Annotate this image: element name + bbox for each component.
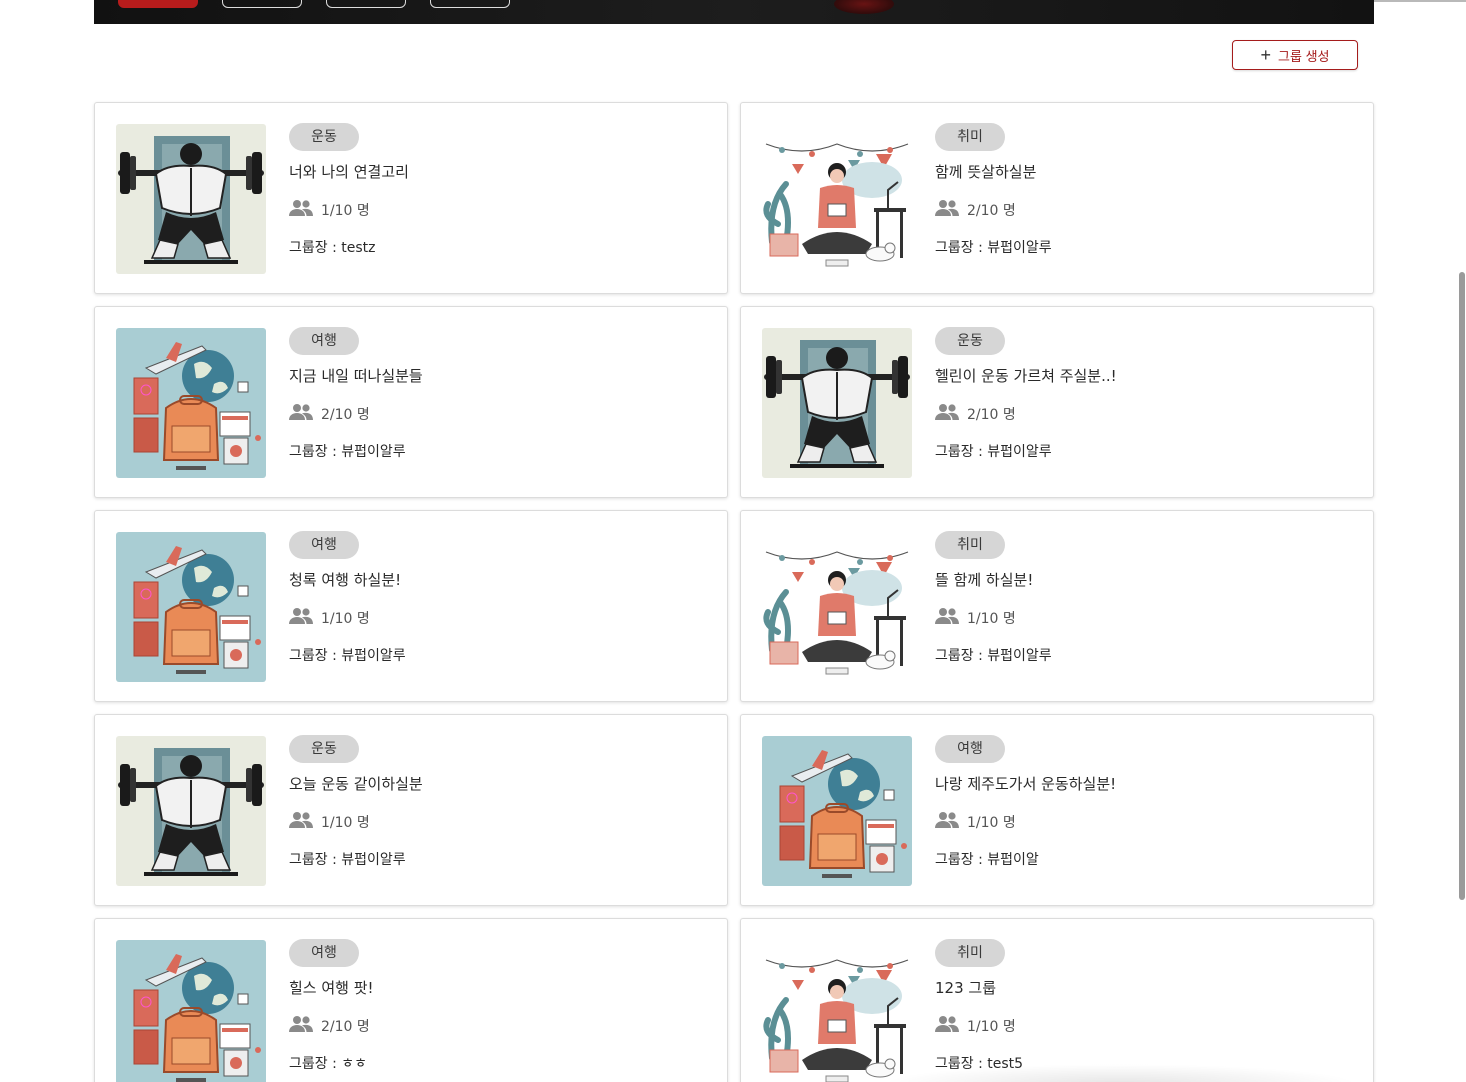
group-thumbnail (762, 124, 912, 274)
group-leader: 그룹장 : 뷰펍이알루 (935, 648, 1052, 664)
group-leader: 그룹장 : testz (289, 240, 376, 256)
member-count-text: 1/10 명 (967, 611, 1016, 627)
category-chip: 여행 (289, 327, 359, 355)
group-thumbnail (116, 328, 266, 478)
member-count: 2/10 명 (935, 404, 1117, 424)
create-group-label: 그룹 생성 (1278, 48, 1330, 64)
group-card-6[interactable]: 취미 뜰 함께 하실분! 1/10 명 그룹장 : 뷰펍이알루 (740, 510, 1374, 702)
group-thumbnail (116, 124, 266, 274)
group-thumbnail (762, 736, 912, 886)
category-chip: 여행 (289, 939, 359, 967)
member-count: 2/10 명 (289, 404, 423, 424)
member-count: 1/10 명 (289, 200, 409, 220)
member-count: 2/10 명 (935, 200, 1052, 220)
banner-button[interactable] (222, 0, 302, 8)
group-card-5[interactable]: 여행 청록 여행 하실분! 1/10 명 그룹장 : 뷰펍이알루 (94, 510, 728, 702)
member-count: 2/10 명 (289, 1016, 374, 1036)
member-count-text: 1/10 명 (321, 815, 370, 831)
group-leader: 그룹장 : 뷰펍이알루 (935, 444, 1052, 460)
banner-button[interactable] (326, 0, 406, 8)
top-banner (94, 0, 1374, 24)
category-chip: 운동 (935, 327, 1005, 355)
group-title: 지금 내일 떠나실분들 (289, 367, 423, 385)
group-title: 너와 나의 연결고리 (289, 163, 409, 181)
group-thumbnail (116, 532, 266, 682)
banner-button[interactable] (118, 0, 198, 8)
category-chip: 취미 (935, 531, 1005, 559)
group-title: 오늘 운동 같이하실분 (289, 775, 423, 793)
group-leader: 그룹장 : 뷰펍이알루 (289, 648, 406, 664)
group-card-1[interactable]: 운동 너와 나의 연결고리 1/10 명 그룹장 : testz (94, 102, 728, 294)
create-group-button[interactable]: + 그룹 생성 (1232, 40, 1358, 70)
people-icon (935, 1015, 959, 1037)
group-title: 123 그룹 (935, 979, 996, 997)
group-leader: 그룹장 : 뷰펍이알루 (935, 240, 1052, 256)
group-leader: 그룹장 : ㅎㅎ (289, 1056, 368, 1072)
group-thumbnail (762, 532, 912, 682)
banner-button[interactable] (430, 0, 510, 8)
member-count-text: 2/10 명 (967, 203, 1016, 219)
member-count-text: 1/10 명 (321, 203, 370, 219)
group-thumbnail (762, 940, 912, 1082)
group-title: 나랑 제주도가서 운동하실분! (935, 775, 1117, 793)
group-card-grid: 운동 너와 나의 연결고리 1/10 명 그룹장 : testz 취미 함께 뜻… (94, 102, 1374, 1082)
people-icon (289, 1015, 313, 1037)
member-count: 1/10 명 (935, 1016, 1023, 1036)
group-thumbnail (116, 736, 266, 886)
group-title: 함께 뜻살하실분 (935, 163, 1037, 181)
group-thumbnail (116, 940, 266, 1082)
member-count: 1/10 명 (935, 608, 1052, 628)
member-count-text: 1/10 명 (967, 815, 1016, 831)
divider (1374, 0, 1466, 2)
member-count-text: 1/10 명 (967, 1019, 1016, 1035)
group-thumbnail (762, 328, 912, 478)
group-list-page: + 그룹 생성 운동 너와 나의 연결고리 1/10 명 그룹장 : testz… (0, 0, 1466, 1082)
people-icon (289, 199, 313, 221)
group-card-4[interactable]: 운동 헬린이 운동 가르쳐 주실분..! 2/10 명 그룹장 : 뷰펍이알루 (740, 306, 1374, 498)
group-card-8[interactable]: 여행 나랑 제주도가서 운동하실분! 1/10 명 그룹장 : 뷰펍이알 (740, 714, 1374, 906)
category-chip: 운동 (289, 735, 359, 763)
member-count-text: 2/10 명 (321, 1019, 370, 1035)
category-chip: 취미 (935, 939, 1005, 967)
category-chip: 여행 (289, 531, 359, 559)
member-count: 1/10 명 (935, 812, 1116, 832)
people-icon (935, 607, 959, 629)
member-count: 1/10 명 (289, 812, 423, 832)
people-icon (935, 403, 959, 425)
people-icon (289, 811, 313, 833)
group-card-2[interactable]: 취미 함께 뜻살하실분 2/10 명 그룹장 : 뷰펍이알루 (740, 102, 1374, 294)
group-title: 헬린이 운동 가르쳐 주실분..! (935, 367, 1117, 385)
people-icon (289, 607, 313, 629)
people-icon (289, 403, 313, 425)
group-leader: 그룹장 : 뷰펍이알루 (289, 852, 406, 868)
member-count-text: 2/10 명 (967, 407, 1016, 423)
group-title: 뜰 함께 하실분! (935, 571, 1034, 589)
banner-decoration (834, 0, 894, 14)
group-leader: 그룹장 : 뷰펍이알 (935, 852, 1039, 868)
category-chip: 여행 (935, 735, 1005, 763)
plus-icon: + (1260, 45, 1272, 65)
group-card-9[interactable]: 여행 힐스 여행 팟! 2/10 명 그룹장 : ㅎㅎ (94, 918, 728, 1082)
scrollbar-thumb[interactable] (1459, 272, 1465, 900)
people-icon (935, 199, 959, 221)
group-leader: 그룹장 : 뷰펍이알루 (289, 444, 406, 460)
group-card-10[interactable]: 취미 123 그룹 1/10 명 그룹장 : test5 (740, 918, 1374, 1082)
group-title: 청록 여행 하실분! (289, 571, 402, 589)
group-title: 힐스 여행 팟! (289, 979, 374, 997)
member-count: 1/10 명 (289, 608, 406, 628)
people-icon (935, 811, 959, 833)
member-count-text: 2/10 명 (321, 407, 370, 423)
group-card-7[interactable]: 운동 오늘 운동 같이하실분 1/10 명 그룹장 : 뷰펍이알루 (94, 714, 728, 906)
group-card-3[interactable]: 여행 지금 내일 떠나실분들 2/10 명 그룹장 : 뷰펍이알루 (94, 306, 728, 498)
category-chip: 취미 (935, 123, 1005, 151)
member-count-text: 1/10 명 (321, 611, 370, 627)
category-chip: 운동 (289, 123, 359, 151)
